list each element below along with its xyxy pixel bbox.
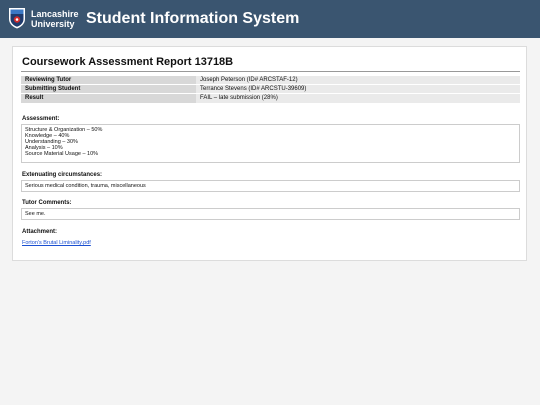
assessment-line: Source Material Usage – 10% xyxy=(25,151,99,157)
top-bar: Lancashire University Student Informatio… xyxy=(0,0,540,38)
attachment-link[interactable]: Forton's Brutal Liminality.pdf xyxy=(22,240,91,247)
attachment-label: Attachment: xyxy=(22,229,58,235)
info-value-tutor: Joseph Peterson (ID# ARCSTAF-12) xyxy=(196,75,520,85)
tutor-comments-text: See me. xyxy=(25,211,46,217)
extenuating-text: Serious medical condition, trauma, misce… xyxy=(25,183,146,189)
info-label-tutor: Reviewing Tutor xyxy=(21,75,196,85)
report-title: Coursework Assessment Report 13718B xyxy=(22,56,234,68)
assessment-label: Assessment: xyxy=(22,116,60,122)
info-value-student: Terrance Stevens (ID# ARCSTU-39609) xyxy=(196,84,520,94)
tutor-comments-label: Tutor Comments: xyxy=(22,200,72,206)
assessment-box: Structure & Organization – 50% Knowledge… xyxy=(21,124,520,163)
report-card: Coursework Assessment Report 13718B Revi… xyxy=(12,46,527,261)
extenuating-box: Serious medical condition, trauma, misce… xyxy=(21,180,520,192)
report-info-table: Reviewing Tutor Joseph Peterson (ID# ARC… xyxy=(21,75,520,103)
table-row: Result FAIL – late submission (28%) xyxy=(21,93,520,103)
university-name-line1: Lancashire xyxy=(31,9,79,19)
info-value-result: FAIL – late submission (28%) xyxy=(196,93,520,103)
table-row: Submitting Student Terrance Stevens (ID#… xyxy=(21,84,520,94)
university-name: Lancashire University xyxy=(31,9,79,29)
tutor-comments-box: See me. xyxy=(21,208,520,220)
extenuating-label: Extenuating circumstances: xyxy=(22,172,103,178)
university-crest-icon xyxy=(9,8,25,29)
info-label-result: Result xyxy=(21,93,196,103)
university-name-line2: University xyxy=(31,19,75,29)
system-title: Student Information System xyxy=(86,10,300,27)
info-label-student: Submitting Student xyxy=(21,84,196,94)
table-row: Reviewing Tutor Joseph Peterson (ID# ARC… xyxy=(21,75,520,85)
title-divider xyxy=(21,71,520,72)
